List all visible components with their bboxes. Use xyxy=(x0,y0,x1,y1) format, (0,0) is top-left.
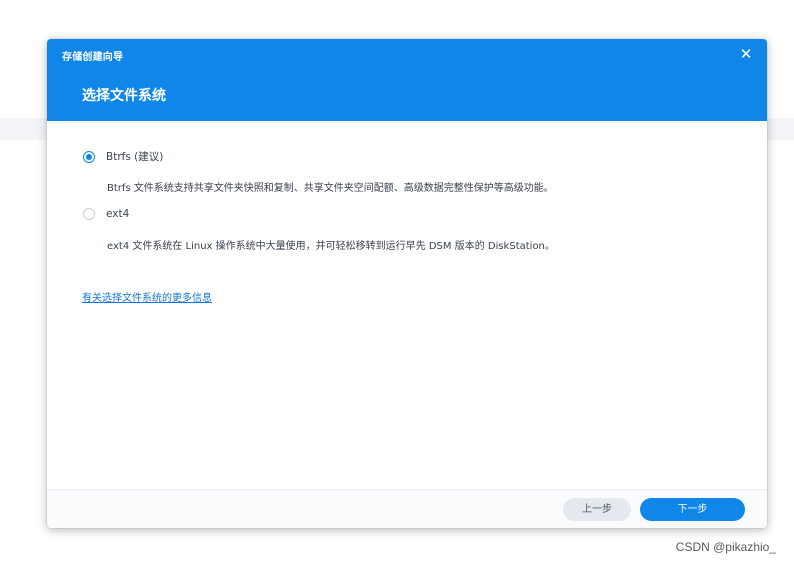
dialog-content: Btrfs (建议) Btrfs 文件系统支持共享文件夹快照和复制、共享文件夹空… xyxy=(47,121,767,489)
option-ext4-label[interactable]: ext4 xyxy=(106,208,129,220)
option-ext4-description: ext4 文件系统在 Linux 操作系统中大量使用，并可轻松移转到运行早先 D… xyxy=(107,241,555,252)
storage-wizard-dialog: 存储创建向导 ✕ 选择文件系统 Btrfs (建议) Btrfs 文件系统支持共… xyxy=(47,39,767,528)
close-icon[interactable]: ✕ xyxy=(737,45,755,63)
wizard-name: 存储创建向导 xyxy=(62,52,124,63)
watermark: CSDN @pikazhio_ xyxy=(675,540,776,554)
more-info-link[interactable]: 有关选择文件系统的更多信息 xyxy=(82,289,212,304)
radio-btrfs[interactable] xyxy=(83,150,95,163)
option-btrfs-label[interactable]: Btrfs (建议) xyxy=(106,149,163,164)
dialog-footer: 上一步 下一步 xyxy=(47,489,767,528)
dialog-header: 存储创建向导 ✕ 选择文件系统 xyxy=(47,39,767,121)
previous-button[interactable]: 上一步 xyxy=(563,498,631,521)
radio-ext4[interactable] xyxy=(83,208,95,220)
option-btrfs[interactable]: Btrfs (建议) xyxy=(83,149,163,164)
page-title: 选择文件系统 xyxy=(82,88,166,104)
next-button[interactable]: 下一步 xyxy=(640,498,745,521)
screen: 存储创建向导 ✕ 选择文件系统 Btrfs (建议) Btrfs 文件系统支持共… xyxy=(0,0,794,564)
option-ext4[interactable]: ext4 xyxy=(83,208,129,220)
option-btrfs-description: Btrfs 文件系统支持共享文件夹快照和复制、共享文件夹空间配额、高级数据完整性… xyxy=(107,183,554,194)
